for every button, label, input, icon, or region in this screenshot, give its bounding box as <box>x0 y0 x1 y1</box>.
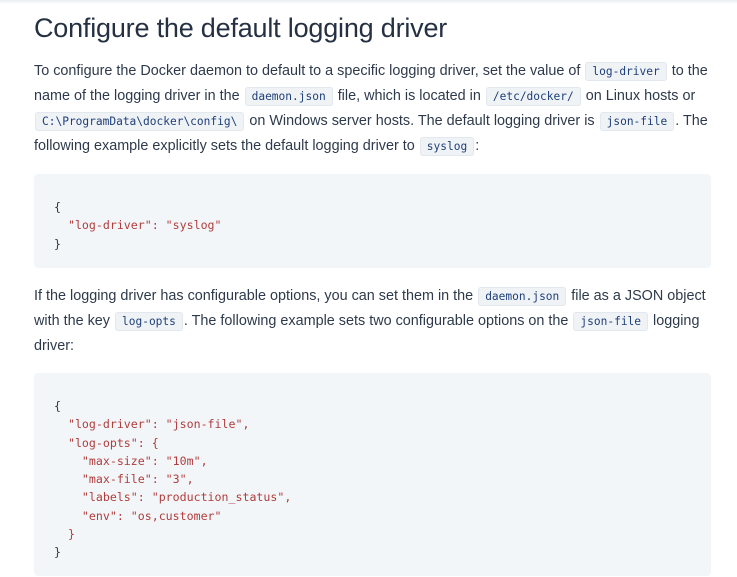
intro-paragraph: To configure the Docker daemon to defaul… <box>34 59 714 159</box>
inline-code-daemon-json: daemon.json <box>244 87 333 106</box>
code-line: } <box>54 527 75 542</box>
para1-text-5: on Windows server hosts. The default log… <box>249 113 595 129</box>
code-line: "max-size": "10m", <box>54 453 208 468</box>
inline-code-json-file: json-file <box>573 312 649 331</box>
code-line: } <box>54 545 61 560</box>
para1-text-7: : <box>475 138 480 154</box>
para1-text-4: on Linux hosts or <box>585 88 696 104</box>
inline-code-windows-config-path: C:\ProgramData\docker\config\ <box>35 112 245 131</box>
options-paragraph: If the logging driver has configurable o… <box>34 284 714 359</box>
code-block-syslog: { "log-driver": "syslog" } <box>34 174 711 268</box>
inline-code-etc-docker: /etc/docker/ <box>485 87 581 106</box>
code-line: "log-driver": "syslog" <box>54 218 222 233</box>
code-line: } <box>54 236 61 251</box>
code-line: "log-driver": "json-file", <box>54 417 250 432</box>
code-line: { <box>54 200 61 214</box>
top-shadow <box>0 0 737 4</box>
code-line: { <box>54 399 61 413</box>
para1-text-3: file, which is located in <box>337 88 481 104</box>
para2-text-1: If the logging driver has configurable o… <box>34 288 474 304</box>
inline-code-syslog: syslog <box>419 137 475 156</box>
inline-code-log-opts: log-opts <box>115 312 183 331</box>
section-heading: Configure the default logging driver <box>34 13 448 43</box>
inline-code-json-file: json-file <box>599 112 675 131</box>
code-block-json-file-options: { "log-driver": "json-file", "log-opts":… <box>34 373 711 576</box>
code-line: "log-opts": { <box>54 435 159 450</box>
inline-code-log-driver: log-driver <box>585 62 667 81</box>
code-line: "labels": "production_status", <box>54 490 292 505</box>
inline-code-daemon-json: daemon.json <box>478 287 567 306</box>
para2-text-3: . The following example sets two configu… <box>183 313 569 329</box>
code-line: "env": "os,customer" <box>54 508 222 523</box>
para1-text-1: To configure the Docker daemon to defaul… <box>34 63 581 79</box>
code-line: "max-file": "3", <box>54 472 194 487</box>
